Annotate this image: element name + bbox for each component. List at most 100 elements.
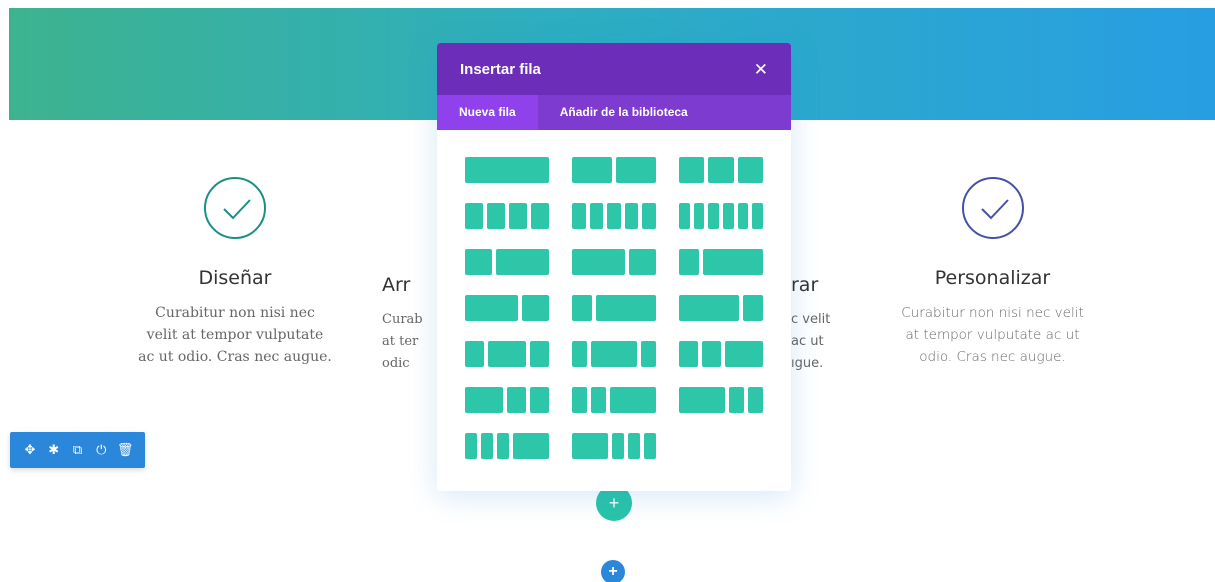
layout-column-block [465, 295, 519, 321]
feature-text: Curabitur non nisi nec velit at tempor v… [901, 305, 1084, 365]
row-layout-option[interactable] [465, 387, 549, 413]
layout-column-block [679, 203, 690, 229]
layout-column-block [679, 295, 739, 321]
row-layout-option[interactable] [572, 249, 656, 275]
row-layout-option[interactable] [572, 387, 656, 413]
layout-column-block [640, 341, 656, 367]
tab-new-row[interactable]: Nueva fila [437, 95, 538, 130]
feature-text: Curabitur non nisi nec velit at tempor v… [138, 305, 332, 365]
check-circle-icon [961, 177, 1024, 239]
layout-column-block [752, 203, 763, 229]
layout-column-block [607, 203, 621, 229]
layout-column-block [708, 157, 734, 183]
move-icon[interactable]: ✥ [21, 441, 39, 459]
modal-header: Insertar fila ✕ [437, 43, 791, 95]
layout-column-block [728, 387, 744, 413]
layout-column-block [531, 203, 549, 229]
layout-column-block [747, 387, 763, 413]
layout-column-block [465, 387, 503, 413]
tab-add-from-library[interactable]: Añadir de la biblioteca [538, 95, 710, 130]
layout-column-block [481, 433, 493, 459]
layout-column-block [591, 341, 637, 367]
row-layout-option[interactable] [572, 203, 656, 229]
check-circle-icon [204, 177, 266, 239]
layout-column-block [596, 295, 656, 321]
layout-column-block [522, 295, 549, 321]
row-layout-option[interactable] [572, 157, 656, 183]
row-layout-option[interactable] [679, 249, 763, 275]
layout-column-block [679, 157, 705, 183]
layout-column-block [488, 341, 526, 367]
feature-title: Arr [382, 274, 411, 296]
row-layout-option[interactable] [679, 341, 763, 367]
layout-column-block [616, 157, 656, 183]
toggle-icon[interactable]: ⏻ [92, 441, 110, 459]
duplicate-icon[interactable]: ⧉ [68, 441, 86, 459]
layout-column-block [572, 387, 588, 413]
row-layout-option[interactable] [679, 203, 763, 229]
row-settings-toolbar: ✥ ✱ ⧉ ⏻ 🗑 [10, 432, 145, 468]
layout-column-block [644, 433, 656, 459]
layout-column-block [589, 203, 604, 229]
insert-row-modal: Insertar fila ✕ Nueva fila Añadir de la … [437, 43, 791, 491]
layout-column-block [612, 433, 624, 459]
row-layout-option[interactable] [572, 341, 656, 367]
layout-column-block [507, 387, 526, 413]
modal-title: Insertar fila [460, 60, 541, 78]
layout-column-block [465, 433, 477, 459]
feature-title: Personalizar [934, 267, 1051, 289]
layout-column-block [530, 387, 549, 413]
layout-column-block [722, 203, 734, 229]
row-layout-option[interactable] [465, 295, 549, 321]
layout-column-block [465, 249, 492, 275]
delete-icon[interactable]: 🗑 [116, 441, 134, 459]
layout-column-block [708, 203, 719, 229]
layout-column-block [591, 387, 607, 413]
layout-column-block [679, 341, 698, 367]
layout-column-block [572, 433, 608, 459]
layout-column-block [743, 295, 763, 321]
layout-column-block [679, 249, 699, 275]
feature-text: c velit ac ut ıgue. [791, 312, 831, 371]
layout-column-block [465, 341, 484, 367]
row-layout-option[interactable] [572, 295, 656, 321]
layout-column-block [572, 295, 592, 321]
layout-column-block [642, 203, 656, 229]
layout-column-block [624, 203, 639, 229]
row-layout-option[interactable] [679, 157, 763, 183]
close-icon[interactable]: ✕ [754, 61, 768, 78]
layout-column-block [610, 387, 656, 413]
layout-column-block [737, 157, 763, 183]
layout-column-block [509, 203, 527, 229]
layout-column-block [530, 341, 549, 367]
layout-column-block [725, 341, 763, 367]
row-layout-option[interactable] [679, 295, 763, 321]
layout-column-block [703, 249, 763, 275]
row-layout-option[interactable] [465, 203, 549, 229]
layout-column-block [497, 433, 509, 459]
layout-column-block [487, 203, 505, 229]
layout-column-block [465, 203, 483, 229]
layout-column-block [572, 249, 626, 275]
row-layout-option[interactable] [465, 341, 549, 367]
row-layout-option[interactable] [465, 433, 549, 459]
row-layout-option[interactable] [679, 387, 763, 413]
feature-text: Curab at ter odic [382, 312, 423, 371]
row-layout-option[interactable] [465, 157, 549, 183]
layout-column-block [693, 203, 705, 229]
settings-icon[interactable]: ✱ [45, 441, 63, 459]
feature-column-partial-left: Arr Curab at ter odic [382, 273, 442, 375]
feature-column-partial-right: rar c velit ac ut ıgue. [791, 273, 841, 375]
layout-column-block [465, 157, 549, 183]
layout-column-block [702, 341, 721, 367]
layout-column-block [628, 433, 640, 459]
row-layout-option[interactable] [465, 249, 549, 275]
modal-tabs: Nueva fila Añadir de la biblioteca [437, 95, 791, 130]
row-layout-option[interactable] [572, 433, 656, 459]
row-layout-grid [465, 157, 763, 477]
layout-column-block [495, 249, 549, 275]
layout-column-block [572, 157, 612, 183]
feature-column-disenar: Diseñar Curabitur non nisi nec velit at … [130, 177, 340, 368]
layout-column-block [572, 203, 586, 229]
add-row-button[interactable]: + [601, 560, 625, 582]
